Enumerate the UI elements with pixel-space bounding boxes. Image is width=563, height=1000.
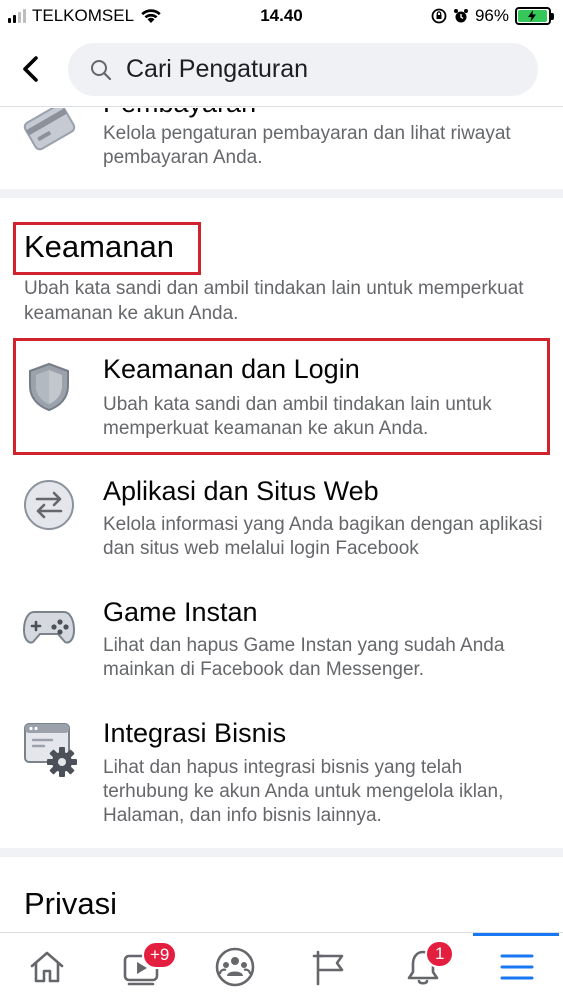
- settings-header: [0, 38, 563, 102]
- back-button[interactable]: [14, 52, 48, 86]
- tab-notifications[interactable]: 1: [376, 933, 470, 1000]
- status-bar: TELKOMSEL 14.40 96%: [0, 0, 563, 34]
- settings-item-title: Aplikasi dan Situs Web: [103, 476, 379, 506]
- settings-item-description: Kelola pengaturan pembayaran dan lihat r…: [103, 123, 511, 168]
- settings-item-business-integrations[interactable]: Integrasi Bisnis Lihat dan hapus integra…: [0, 714, 563, 844]
- groups-icon: [215, 947, 255, 987]
- hamburger-menu-icon: [500, 954, 534, 980]
- tab-home[interactable]: [0, 933, 94, 1000]
- battery-icon: [515, 7, 554, 25]
- settings-item-apps-websites[interactable]: Aplikasi dan Situs Web Kelola informasi …: [0, 470, 563, 582]
- section-separator: [0, 848, 563, 857]
- settings-item-instant-games[interactable]: Game Instan Lihat dan hapus Game Instan …: [0, 592, 563, 704]
- arrows-exchange-icon: [24, 480, 74, 530]
- home-icon: [30, 951, 64, 983]
- flag-icon: [312, 950, 344, 986]
- credit-card-icon: [23, 108, 76, 151]
- chevron-left-icon: [23, 56, 38, 82]
- search-icon: [91, 59, 112, 80]
- header-divider: [0, 106, 563, 107]
- settings-item-title: Integrasi Bisnis: [103, 718, 287, 748]
- orientation-lock-icon: [431, 8, 447, 24]
- section-description-security: Ubah kata sandi dan ambil tindakan lain …: [24, 278, 524, 324]
- status-right: 96%: [431, 6, 554, 26]
- settings-item-security-login[interactable]: Keamanan dan Login Ubah kata sandi dan a…: [0, 340, 563, 452]
- notifications-badge: 1: [425, 940, 455, 968]
- section-separator: [0, 189, 563, 198]
- section-title-security: Keamanan: [24, 229, 174, 264]
- shield-icon: [29, 362, 69, 412]
- tab-watch[interactable]: +9: [94, 933, 188, 1000]
- watch-badge: +9: [142, 941, 178, 969]
- settings-item-title: Keamanan dan Login: [103, 354, 360, 384]
- search-bar[interactable]: [68, 43, 538, 96]
- search-input[interactable]: [126, 55, 506, 84]
- battery-percent: 96%: [474, 6, 509, 25]
- settings-item-title: Game Instan: [103, 597, 258, 627]
- alarm-icon: [453, 9, 468, 23]
- section-title-privacy: Privasi: [24, 886, 118, 921]
- settings-item-description: Lihat dan hapus integrasi bisnis yang te…: [103, 757, 504, 826]
- browser-gear-icon: [24, 723, 77, 777]
- gamepad-icon: [22, 611, 76, 644]
- settings-item-description: Lihat dan hapus Game Instan yang sudah A…: [103, 635, 505, 680]
- settings-item-description: Kelola informasi yang Anda bagikan denga…: [103, 514, 543, 559]
- bottom-navigation: +9 1: [0, 932, 563, 1000]
- battery-level: [518, 10, 547, 22]
- tab-groups[interactable]: [188, 933, 282, 1000]
- tab-pages[interactable]: [282, 933, 376, 1000]
- settings-item-description: Ubah kata sandi dan ambil tindakan lain …: [103, 394, 492, 439]
- tab-menu[interactable]: [470, 933, 563, 1000]
